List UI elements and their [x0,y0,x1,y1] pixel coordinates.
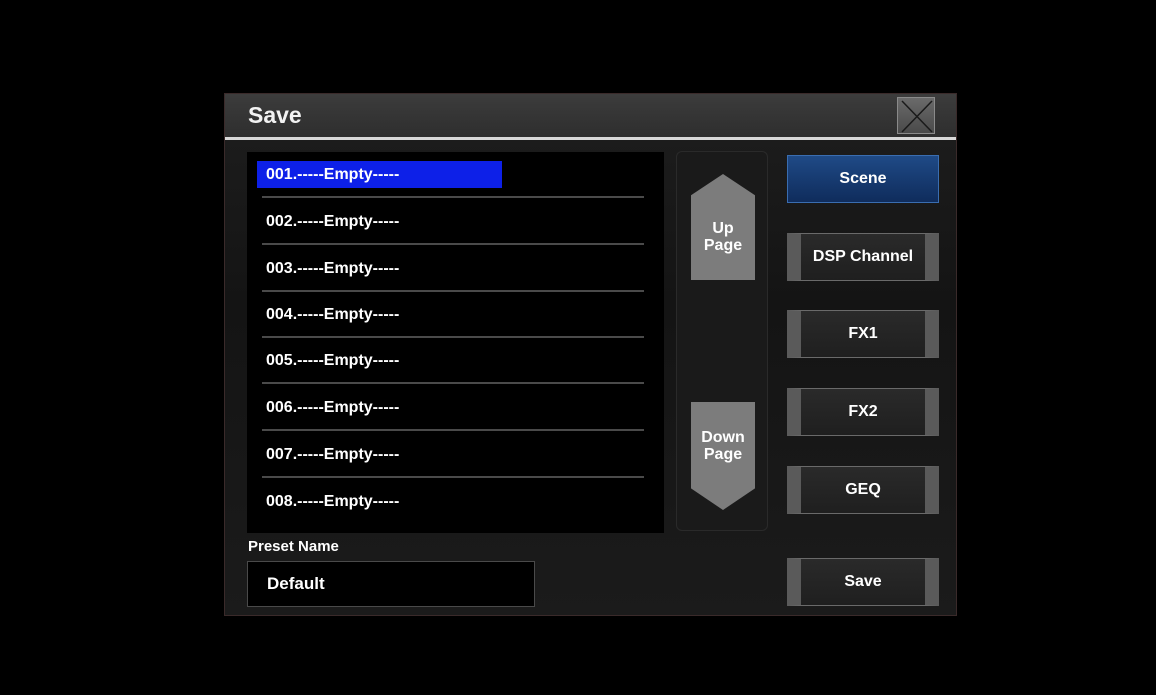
dialog-title: Save [248,102,302,128]
preset-name-label: Preset Name [248,538,339,555]
fx1-button[interactable]: FX1 [787,310,939,358]
preset-item-label: 006.-----Empty----- [266,399,400,416]
down-page-label-line1: Down [701,429,745,446]
preset-item-label: 005.-----Empty----- [266,352,400,369]
save-button[interactable]: Save [787,558,939,606]
up-page-label-line2: Page [703,237,743,254]
up-page-label-line1: Up [712,220,734,237]
preset-list-item[interactable]: 006.-----Empty----- [257,385,644,431]
close-button[interactable] [897,97,935,134]
row-divider [262,243,644,245]
row-divider [262,429,644,431]
row-divider [262,382,644,384]
save-dialog: Save 001.-----Empty----- 002.-----Empty-… [224,93,957,616]
preset-item-label: 002.-----Empty----- [266,213,400,230]
preset-item-label: 008.-----Empty----- [266,493,400,510]
preset-list-item[interactable]: 005.-----Empty----- [257,338,644,384]
fx2-button[interactable]: FX2 [787,388,939,436]
preset-list-item[interactable]: 002.-----Empty----- [257,199,644,245]
up-page-button[interactable]: Up Page [691,174,755,280]
preset-name-field[interactable]: Default [247,561,535,607]
page-navigator: Up Page Down Page [676,151,768,531]
preset-list-item[interactable]: 008.-----Empty----- [257,479,644,525]
row-divider [262,476,644,478]
preset-list-item[interactable]: 001.-----Empty----- [257,152,644,198]
close-icon [901,100,933,133]
dsp-channel-button[interactable]: DSP Channel [787,233,939,281]
down-page-button[interactable]: Down Page [691,402,755,510]
down-page-label-line2: Page [703,446,743,463]
preset-list-item[interactable]: 003.-----Empty----- [257,246,644,292]
preset-list: 001.-----Empty----- 002.-----Empty----- … [247,152,664,533]
preset-item-label: 004.-----Empty----- [266,306,400,323]
preset-list-item[interactable]: 004.-----Empty----- [257,292,644,338]
preset-item-label: 007.-----Empty----- [266,446,400,463]
preset-item-label: 001.-----Empty----- [257,161,502,188]
preset-item-label: 003.-----Empty----- [266,260,400,277]
dialog-titlebar: Save [225,94,956,140]
screen: Save 001.-----Empty----- 002.-----Empty-… [6,4,1156,695]
row-divider [262,196,644,198]
geq-button[interactable]: GEQ [787,466,939,514]
preset-list-item[interactable]: 007.-----Empty----- [257,432,644,478]
scene-button[interactable]: Scene [787,155,939,203]
